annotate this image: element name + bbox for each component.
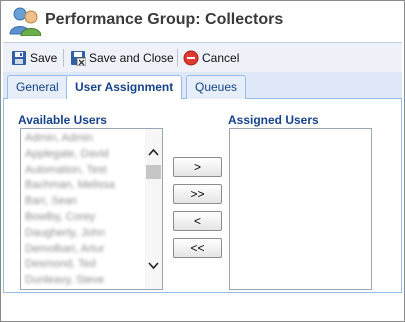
assigned-users-list[interactable] xyxy=(229,128,372,290)
toolbar-separator xyxy=(177,49,178,67)
list-item[interactable]: Dunleavy, Steve xyxy=(23,273,144,289)
scroll-down-icon[interactable] xyxy=(146,261,161,275)
list-item[interactable]: Bowlby, Corey xyxy=(23,210,144,226)
scroll-thumb[interactable] xyxy=(146,165,161,179)
floppy-disk-close-icon xyxy=(70,50,87,67)
remove-selected-button[interactable]: < xyxy=(173,211,222,231)
toolbar-separator xyxy=(63,49,64,67)
available-users-label: Available Users xyxy=(18,113,107,127)
scroll-up-icon[interactable] xyxy=(146,147,161,161)
list-item[interactable]: Applegate, David xyxy=(23,147,144,163)
list-item[interactable]: Daugherty, John xyxy=(23,226,144,242)
cancel-button[interactable]: Cancel xyxy=(183,49,239,67)
tab-queues[interactable]: Queues xyxy=(186,75,247,99)
add-selected-button[interactable]: > xyxy=(173,157,222,177)
save-and-close-button[interactable]: Save and Close xyxy=(70,49,174,67)
user-assignment-panel: Available Users Admin, Admin Applegate, D… xyxy=(3,99,402,293)
window-title: Performance Group: Collectors xyxy=(45,11,284,28)
save-and-close-label: Save and Close xyxy=(89,51,174,65)
list-item[interactable]: Desmond, Ted xyxy=(23,257,144,273)
list-item[interactable]: Automation, Test xyxy=(23,163,144,179)
floppy-disk-icon xyxy=(11,50,27,66)
save-label: Save xyxy=(30,51,58,65)
tab-strip: General User Assignment Queues xyxy=(3,72,402,100)
available-users-items: Admin, Admin Applegate, David Automation, … xyxy=(23,131,144,289)
users-group-icon xyxy=(9,6,42,37)
toolbar: Save Save and Close Cancel xyxy=(3,42,402,72)
tab-general[interactable]: General xyxy=(7,75,68,99)
remove-all-button[interactable]: << xyxy=(173,238,222,258)
cancel-circle-icon xyxy=(183,50,199,66)
list-item[interactable]: Demolbari, Artur xyxy=(23,242,144,258)
tab-user-assignment[interactable]: User Assignment xyxy=(66,75,183,100)
list-item[interactable]: Bachman, Melissa xyxy=(23,178,144,194)
save-button[interactable]: Save xyxy=(11,49,57,67)
assigned-users-label: Assigned Users xyxy=(228,113,319,127)
available-users-scrollbar[interactable] xyxy=(145,129,162,289)
add-all-button[interactable]: >> xyxy=(173,184,222,204)
cancel-label: Cancel xyxy=(202,51,240,65)
title-bar: Performance Group: Collectors xyxy=(1,1,404,41)
list-item[interactable]: Barr, Sean xyxy=(23,194,144,210)
list-item[interactable]: Admin, Admin xyxy=(23,131,144,147)
available-users-list[interactable]: Admin, Admin Applegate, David Automation, … xyxy=(20,128,163,290)
performance-group-window: Performance Group: Collectors Save Save … xyxy=(0,0,405,322)
